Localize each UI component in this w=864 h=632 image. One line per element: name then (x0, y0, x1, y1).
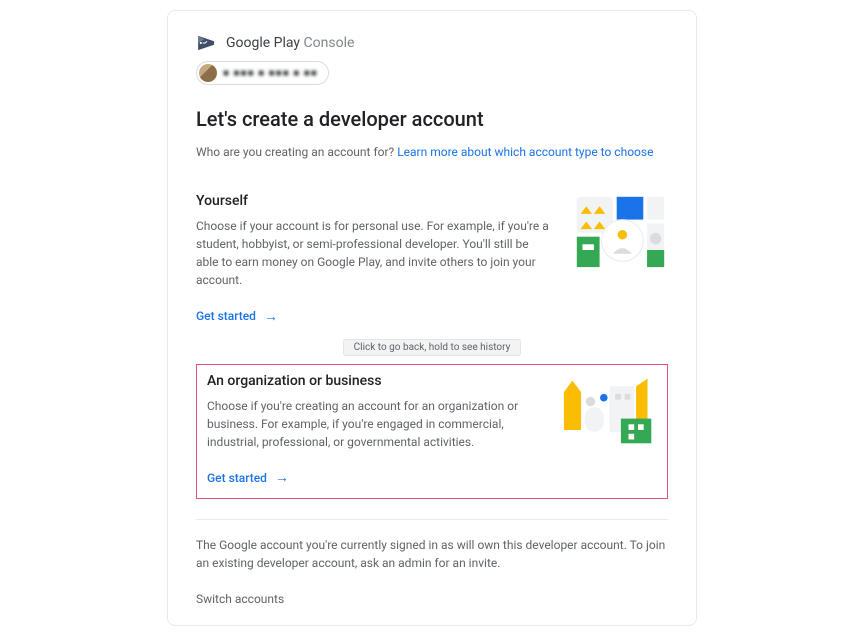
option-yourself-title: Yourself (196, 193, 553, 209)
option-yourself: Yourself Choose if your account is for p… (196, 193, 668, 325)
tooltip-row: Click to go back, hold to see history (196, 339, 668, 356)
logo-text: Google Play Console (226, 35, 354, 51)
avatar (199, 64, 217, 82)
option-org-body: An organization or business Choose if yo… (207, 373, 542, 487)
get-started-yourself-button[interactable]: Get started → (196, 308, 278, 325)
account-create-card: Google Play Console ■ ■■■ ■ ■■■ ■ ■■ Let… (167, 10, 697, 626)
user-email-masked: ■ ■■■ ■ ■■■ ■ ■■ (223, 68, 318, 79)
arrow-right-icon: → (275, 469, 289, 486)
subtitle: Who are you creating an account for? Lea… (196, 145, 668, 159)
page-title: Let's create a developer account (196, 107, 668, 131)
subtitle-text: Who are you creating an account for? (196, 145, 397, 159)
get-started-org-label: Get started (207, 471, 267, 485)
option-org-title: An organization or business (207, 373, 542, 389)
user-account-chip[interactable]: ■ ■■■ ■ ■■■ ■ ■■ (196, 61, 329, 85)
logo-product: Console (304, 35, 355, 51)
illustration-org-icon (562, 373, 657, 451)
option-org-highlight: An organization or business Choose if yo… (196, 364, 668, 500)
back-history-tooltip: Click to go back, hold to see history (343, 339, 522, 356)
learn-more-link[interactable]: Learn more about which account type to c… (397, 145, 653, 159)
play-console-icon (196, 35, 218, 51)
switch-accounts-link[interactable]: Switch accounts (196, 592, 284, 606)
get-started-yourself-label: Get started (196, 309, 256, 323)
illustration-yourself-icon (573, 193, 668, 271)
option-yourself-desc: Choose if your account is for personal u… (196, 217, 553, 289)
option-org: An organization or business Choose if yo… (207, 373, 657, 487)
arrow-right-icon: → (264, 308, 278, 325)
divider (196, 519, 668, 520)
option-org-desc: Choose if you're creating an account for… (207, 397, 542, 451)
footer-text: The Google account you're currently sign… (196, 536, 668, 572)
option-yourself-body: Yourself Choose if your account is for p… (196, 193, 553, 325)
get-started-org-button[interactable]: Get started → (207, 469, 289, 486)
logo-brand: Google Play (226, 35, 300, 51)
logo-row: Google Play Console (196, 35, 668, 51)
